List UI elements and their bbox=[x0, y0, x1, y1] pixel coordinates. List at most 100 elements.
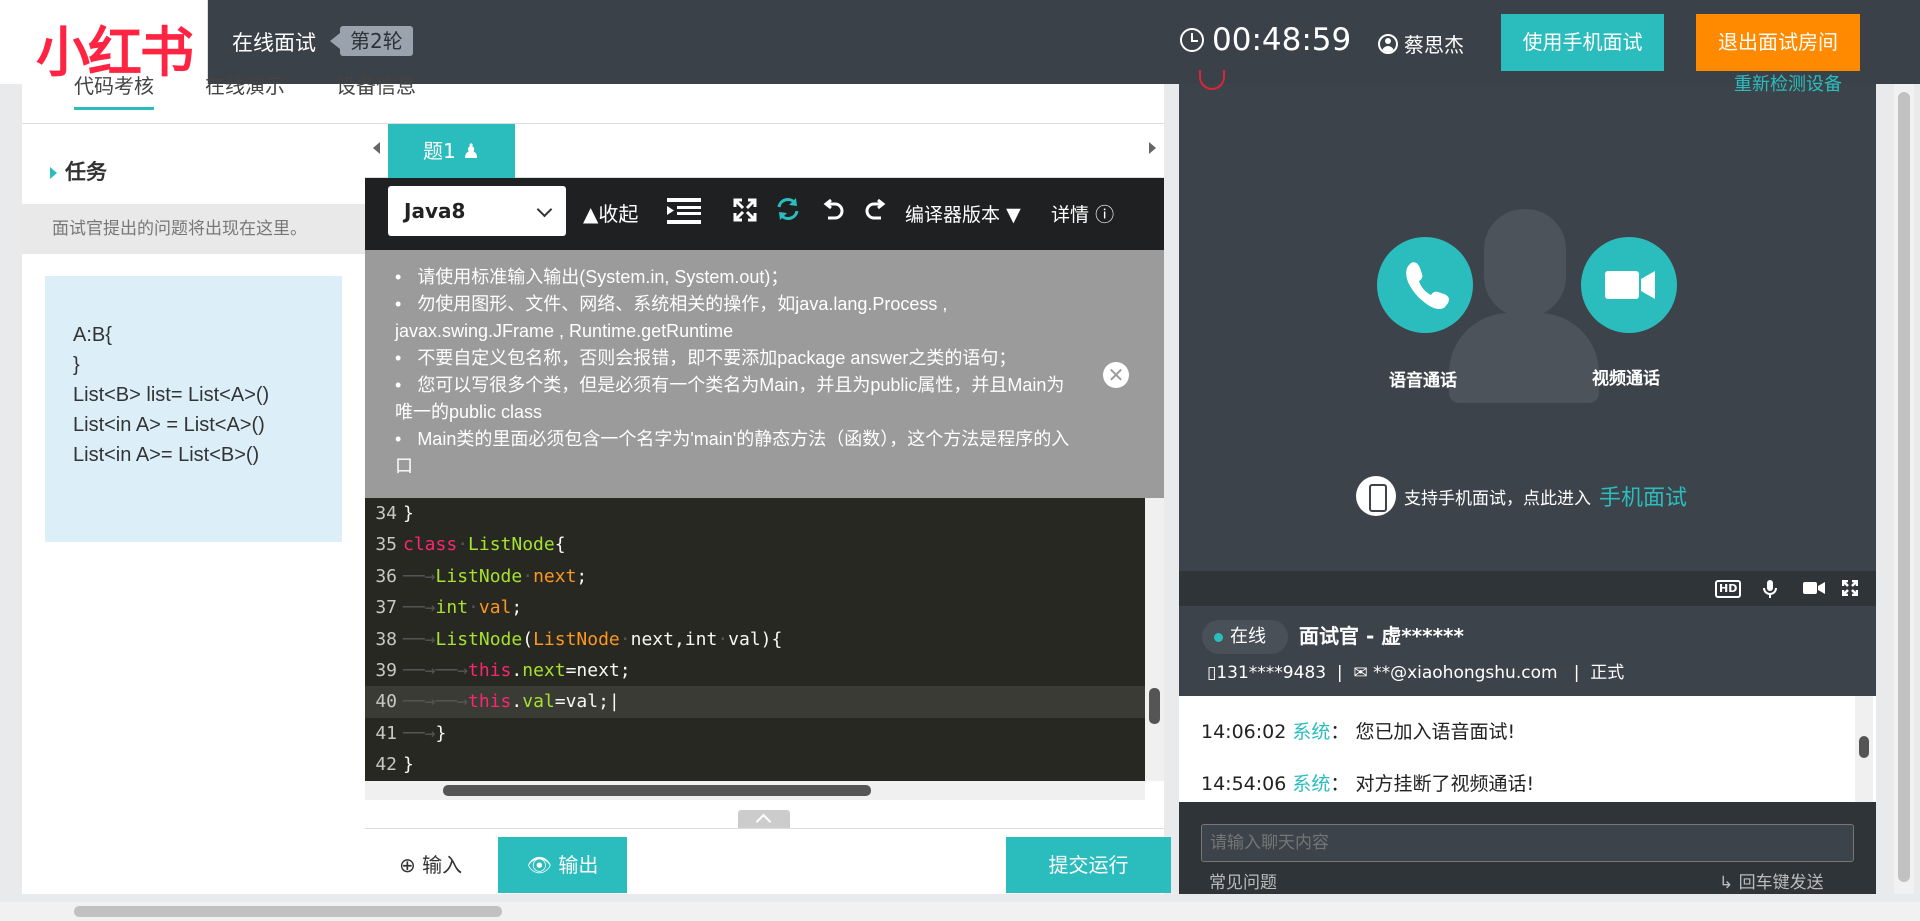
exit-interview-room-button[interactable]: 退出面试房间 bbox=[1696, 14, 1860, 71]
media-controls: HD bbox=[1179, 571, 1876, 606]
scrollbar-thumb[interactable] bbox=[1859, 736, 1869, 758]
code-line: 42} bbox=[365, 749, 1145, 780]
code-line: 38 ──→ListNode(ListNode·next,int·val){ bbox=[365, 624, 1145, 655]
notice-item: 请使用标准输入输出(System.in, System.out)； bbox=[395, 264, 1074, 291]
notice-item: 您可以写很多个类，但是必须有一个类名为Main，并且为public属性，并且Ma… bbox=[395, 372, 1074, 426]
camera-icon[interactable] bbox=[1803, 580, 1825, 600]
question-tab-1[interactable]: 题1 ♟ bbox=[388, 124, 515, 178]
language-select[interactable]: Java8 bbox=[388, 186, 566, 236]
code-vertical-scrollbar[interactable] bbox=[1145, 498, 1164, 781]
fullscreen-icon[interactable] bbox=[733, 198, 757, 227]
code-line: 35 class·ListNode{ bbox=[365, 529, 1145, 560]
tab-device-info[interactable]: 设备信息 bbox=[336, 70, 416, 110]
expand-panel-handle[interactable] bbox=[738, 810, 790, 828]
details-label: 详情 bbox=[1051, 204, 1090, 226]
phone-icon bbox=[1406, 262, 1449, 310]
warning-icon bbox=[1199, 70, 1225, 90]
voice-call-button[interactable] bbox=[1377, 237, 1473, 333]
enter-key-icon: ↳ bbox=[1719, 873, 1734, 893]
question-tabs: 题1 ♟ bbox=[365, 124, 1164, 178]
scroll-left-arrow-icon[interactable] bbox=[373, 142, 380, 154]
line-number: 38 bbox=[375, 628, 397, 650]
redo-icon[interactable] bbox=[865, 198, 889, 227]
submit-run-button[interactable]: 提交运行 bbox=[1006, 837, 1171, 893]
left-panel: 代码考核 在线演示 设备信息 任务 面试官提出的问题将出现在这里。 A:B{ }… bbox=[22, 74, 1171, 894]
collapse-button[interactable]: ▲收起 bbox=[583, 198, 638, 227]
interviewer-name: 面试官 - 虚****** bbox=[1299, 624, 1464, 648]
employment-status: 正式 bbox=[1590, 663, 1625, 683]
editor-toolbar: Java8 ▲收起 编译器版本 ▼ 详情 ⓘ bbox=[365, 178, 1164, 250]
email-address: **@xiaohongshu.com bbox=[1373, 663, 1558, 683]
scrollbar-thumb[interactable] bbox=[1898, 92, 1910, 882]
close-notice-icon[interactable]: ✕ bbox=[1103, 362, 1129, 388]
notice-item: 不要自定义包名称，否则会报错，即不要添加package answer之类的语句； bbox=[395, 345, 1074, 372]
tab-online-demo[interactable]: 在线演示 bbox=[205, 70, 285, 110]
microphone-icon[interactable] bbox=[1763, 580, 1777, 602]
chat-text: 对方挂断了视频通话! bbox=[1355, 773, 1535, 795]
person-icon: ♟ bbox=[462, 139, 481, 163]
task-line: List<B> list= List<A>() bbox=[73, 384, 270, 406]
chat-sender: 系统 bbox=[1292, 721, 1331, 743]
interviewer-info: 在线 面试官 - 虚****** ▯131****9483 | ✉ **@xia… bbox=[1179, 606, 1876, 691]
video-call-button[interactable] bbox=[1581, 237, 1677, 333]
caret-up-icon: ▲ bbox=[583, 202, 599, 226]
user-name: 蔡思杰 bbox=[1404, 33, 1464, 57]
scrollbar-thumb[interactable] bbox=[1149, 688, 1160, 724]
video-camera-icon bbox=[1605, 271, 1655, 299]
online-status-badge: 在线 bbox=[1202, 620, 1288, 654]
question-tab-label: 题1 bbox=[422, 139, 456, 163]
line-number: 35 bbox=[375, 534, 397, 556]
code-line: 37 ──→int·val; bbox=[365, 592, 1145, 623]
code-horizontal-scrollbar[interactable] bbox=[365, 781, 1145, 800]
output-button[interactable]: 👁 输出 bbox=[498, 837, 627, 893]
enter-hint-text: 回车键发送 bbox=[1738, 873, 1824, 893]
expand-video-icon[interactable] bbox=[1841, 579, 1859, 600]
collapse-label: 收起 bbox=[598, 202, 639, 226]
faq-link[interactable]: 常见问题 bbox=[1209, 868, 1277, 893]
phone-icon: ▯ bbox=[1207, 663, 1217, 683]
chat-text: 您已加入语音面试! bbox=[1355, 721, 1516, 743]
enter-to-send-hint: ↳ 回车键发送 bbox=[1719, 868, 1824, 893]
compiler-version-button[interactable]: 编译器版本 ▼ bbox=[905, 200, 1021, 227]
code-line: 41 ──→} bbox=[365, 718, 1145, 749]
task-card: A:B{ } List<B> list= List<A>() List<in A… bbox=[45, 276, 342, 542]
undo-icon[interactable] bbox=[820, 198, 844, 227]
chat-scrollbar[interactable] bbox=[1855, 696, 1873, 802]
hd-icon[interactable]: HD bbox=[1715, 580, 1742, 598]
code-line-active: 40 ──→──→this.val=val;| bbox=[365, 686, 1145, 718]
format-code-icon[interactable] bbox=[667, 198, 701, 224]
tab-code-assessment[interactable]: 代码考核 bbox=[74, 70, 154, 110]
line-number: 34 bbox=[375, 503, 397, 524]
input-label: 输入 bbox=[422, 853, 463, 877]
eye-icon: 👁 bbox=[526, 853, 553, 877]
page-horizontal-scrollbar[interactable] bbox=[0, 902, 1920, 921]
chat-time: 14:54:06 bbox=[1201, 773, 1287, 795]
code-editor-panel: 题1 ♟ Java8 ▲收起 编译器版本 ▼ 详情 ⓘ • 请使用标准输入输出(… bbox=[365, 124, 1171, 894]
task-line: A:B{ bbox=[73, 324, 112, 346]
input-button[interactable]: ⊕ 输入 bbox=[399, 849, 462, 878]
compiler-version-label: 编译器版本 bbox=[905, 204, 1001, 226]
chat-time: 14:06:02 bbox=[1201, 721, 1287, 743]
plus-circle-icon: ⊕ bbox=[399, 853, 416, 877]
scrollbar-thumb[interactable] bbox=[74, 906, 502, 917]
task-hint: 面试官提出的问题将出现在这里。 bbox=[22, 204, 365, 254]
tab-bar: 代码考核 在线演示 设备信息 bbox=[22, 74, 1164, 124]
task-line: } bbox=[73, 354, 80, 376]
scroll-right-arrow-icon[interactable] bbox=[1149, 142, 1156, 154]
mobile-hint-text: 支持手机面试，点此进入 bbox=[1404, 488, 1591, 509]
scrollbar-thumb[interactable] bbox=[443, 785, 871, 796]
page-vertical-scrollbar[interactable] bbox=[1894, 84, 1914, 894]
editor-bottom-bar: ⊕ 输入 👁 输出 提交运行 bbox=[365, 828, 1171, 894]
mobile-interview-hint: 支持手机面试，点此进入 手机面试 bbox=[1356, 476, 1687, 516]
chat-input[interactable] bbox=[1201, 824, 1854, 862]
use-mobile-interview-button[interactable]: 使用手机面试 bbox=[1501, 14, 1664, 71]
mobile-interview-link[interactable]: 手机面试 bbox=[1599, 480, 1687, 512]
refresh-icon[interactable] bbox=[775, 196, 801, 227]
line-number: 40 bbox=[375, 691, 397, 713]
line-number: 39 bbox=[375, 659, 397, 681]
task-title: 任务 bbox=[50, 156, 107, 186]
task-line: List<in A>= List<B>() bbox=[73, 444, 260, 466]
code-area[interactable]: 34} 35 class·ListNode{ 36 ──→ListNode·next… bbox=[365, 498, 1145, 781]
recheck-device-link[interactable]: 重新检测设备 bbox=[1734, 70, 1842, 96]
details-button[interactable]: 详情 ⓘ bbox=[1051, 200, 1114, 227]
